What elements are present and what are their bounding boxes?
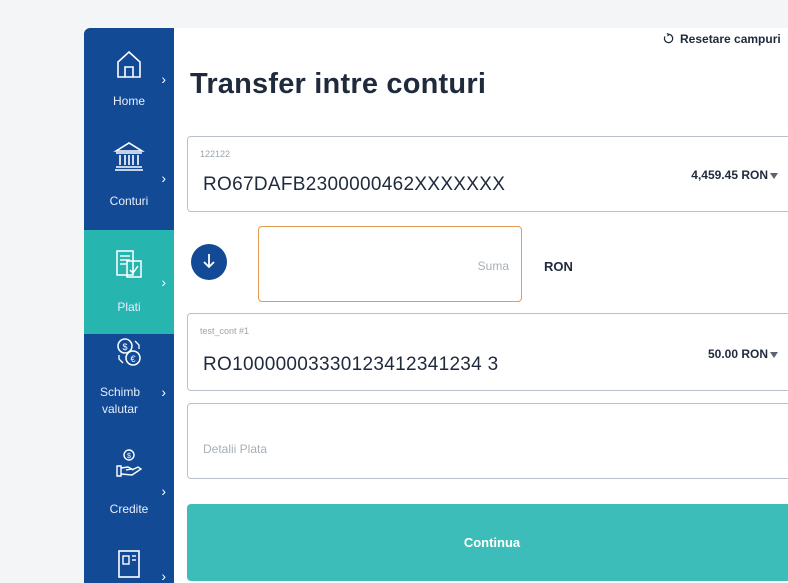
from-account-select[interactable]: 122122 RO67DAFB2300000462XXXXXXX 4,459.4… (187, 136, 788, 212)
sidebar-item-schimb-valutar[interactable]: $ € › Schimb valutar (84, 334, 174, 444)
to-account-balance: 50.00 RON (707, 347, 768, 361)
sidebar: › Home › Conturi › Plati $ € › Schimb val… (84, 28, 174, 583)
currency-exchange-icon: $ € (115, 337, 143, 372)
home-icon (114, 48, 144, 85)
to-account-select[interactable]: test_cont #1 RO10000003330123412341234 3… (187, 313, 788, 391)
chevron-right-icon: › (161, 274, 166, 290)
sidebar-item-label: Plati (117, 300, 141, 314)
sidebar-item-label: Credite (109, 502, 149, 516)
sidebar-item-credite[interactable]: $ › Credite (84, 444, 174, 534)
chevron-right-icon: › (161, 568, 166, 583)
svg-text:€: € (130, 354, 135, 364)
sidebar-item-label: Conturi (109, 194, 149, 208)
arrow-down-icon[interactable] (191, 244, 227, 280)
payment-details-input[interactable]: Detalii Plata (187, 403, 788, 479)
chevron-down-icon (770, 352, 778, 358)
chevron-down-icon (770, 173, 778, 179)
svg-text:$: $ (122, 342, 127, 352)
chevron-right-icon: › (161, 483, 166, 499)
from-account-iban: RO67DAFB2300000462XXXXXXX (203, 174, 506, 195)
to-account-iban: RO10000003330123412341234 3 (203, 354, 499, 375)
sidebar-item-label: Schimb valutar (99, 385, 140, 416)
from-account-name: 122122 (200, 149, 231, 159)
from-account-balance: 4,459.45 RON (691, 168, 768, 182)
continue-button[interactable]: Continua (187, 504, 788, 581)
sidebar-item-plati[interactable]: › Plati (84, 230, 174, 334)
sidebar-item-label: Home (112, 94, 145, 108)
to-account-name: test_cont #1 (200, 326, 250, 336)
currency-label: RON (544, 259, 573, 274)
credit-hand-icon: $ (114, 448, 144, 485)
page-title: Transfer intre conturi (190, 68, 487, 100)
amount-placeholder: Suma (477, 259, 509, 273)
payments-icon (113, 248, 145, 285)
sidebar-item-home[interactable]: › Home (84, 28, 174, 126)
sidebar-item-conturi[interactable]: › Conturi (84, 126, 174, 230)
document-icon (114, 548, 144, 583)
chevron-right-icon: › (161, 384, 166, 400)
reset-label: Resetare campuri (680, 32, 781, 46)
details-placeholder: Detalii Plata (203, 442, 268, 456)
reset-fields-button[interactable]: Resetare campuri (663, 32, 781, 46)
sidebar-item-more[interactable]: › (84, 534, 174, 583)
svg-text:$: $ (127, 453, 131, 460)
chevron-right-icon: › (161, 71, 166, 87)
amount-input[interactable]: Suma (258, 226, 522, 302)
refresh-icon (663, 32, 674, 46)
main-panel (84, 28, 788, 583)
chevron-right-icon: › (161, 170, 166, 186)
bank-icon (113, 140, 145, 177)
